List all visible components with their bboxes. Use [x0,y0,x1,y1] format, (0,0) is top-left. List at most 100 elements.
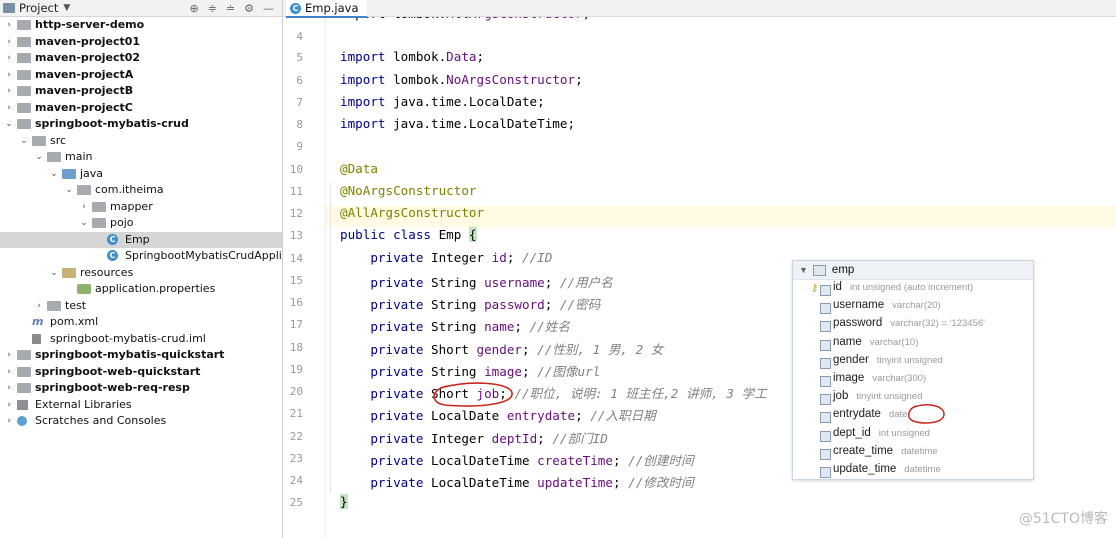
package-icon [77,185,91,195]
chevron-down-icon[interactable]: ⌄ [19,133,29,150]
chevron-down-icon[interactable]: ▼ [63,3,70,13]
chevron-down-icon[interactable]: ⌄ [49,166,59,183]
folder-icon [17,20,31,30]
tree-item-maven-projectb[interactable]: › maven-projectB [0,83,282,100]
code-token: //创建时间 [628,452,694,468]
tree-item-maven-projectc[interactable]: › maven-projectC [0,100,282,117]
tree-item-application-properties[interactable]: application.properties [0,281,282,298]
tree-item-scratches-and-consoles[interactable]: › Scratches and Consoles [0,413,282,430]
chevron-down-icon[interactable]: ⌄ [79,215,89,232]
tree-item-label: springboot-mybatis-quickstart [35,348,225,361]
column-icon [820,339,831,351]
code-token: ; [476,49,485,65]
line-number: 6 [296,73,303,87]
chevron-right-icon[interactable]: › [4,34,14,51]
expand-all-icon[interactable]: ≑ [208,2,217,15]
tree-item-resources[interactable]: ⌄ resources [0,265,282,282]
tree-item-springboot-mybatis-crud[interactable]: ⌄ springboot-mybatis-crud [0,116,282,133]
tab-emp-java[interactable]: C Emp.java [286,0,367,18]
chevron-right-icon[interactable]: › [4,83,14,100]
chevron-right-icon[interactable]: › [4,50,14,67]
emp-column-entrydate: entrydate date [833,408,907,420]
tree-item-springboot-mybatis-quickstart[interactable]: › springboot-mybatis-quickstart [0,347,282,364]
column-type: varchar(20) [892,300,941,312]
code-token: java.time.LocalDate; [385,93,545,109]
column-type: datetime [901,445,938,457]
chevron-down-icon[interactable]: ⌄ [64,182,74,199]
project-view-icon [3,3,15,13]
code-line: import lombok.Data; [340,49,484,64]
code-token: entrydate [506,408,576,424]
chevron-down-icon[interactable]: ▼ [799,265,808,275]
line-number: 5 [296,51,303,65]
tree-item-springboot-web-quickstart[interactable]: › springboot-web-quickstart [0,364,282,381]
code-token: ; [514,319,530,335]
tree-item-label: maven-projectA [35,67,134,81]
chevron-right-icon[interactable]: › [4,380,14,397]
tree-item-src[interactable]: ⌄ src [0,133,282,150]
code-token: image [484,363,522,379]
tree-item-http-server-demo[interactable]: › http-server-demo [0,17,282,34]
tree-item-com-itheima[interactable]: ⌄ com.itheima [0,182,282,199]
column-type: varchar(10) [869,336,919,348]
chevron-right-icon[interactable]: › [34,298,44,315]
code-line: private String username; //用户名 [340,272,613,291]
tree-item-java[interactable]: ⌄ java [0,166,282,183]
code-token: ; [506,249,522,265]
settings-gear-icon[interactable]: ⚙ [244,2,254,15]
tree-item-emp[interactable]: C Emp [0,231,282,248]
code-token: ; [575,408,591,424]
code-token: private [340,274,424,290]
tree-item-springboot-mybatis-crud-iml[interactable]: springboot-mybatis-crud.iml [0,331,282,348]
code-token: private [340,363,424,379]
hide-panel-icon[interactable]: — [263,2,274,15]
emp-column-create-time: create_time datetime [833,445,938,457]
tree-item-pom-xml[interactable]: m pom.xml [0,314,282,331]
tree-item-label: application.properties [95,282,216,295]
tree-item-springbootmybatiscrudapplication[interactable]: C SpringbootMybatisCrudApplication [0,248,282,265]
chevron-right-icon[interactable]: › [4,413,14,430]
column-icon [820,448,831,460]
tree-item-external-libraries[interactable]: › External Libraries [0,397,282,414]
column-icon [820,467,831,478]
tree-item-maven-project02[interactable]: › maven-project02 [0,50,282,67]
locate-file-icon[interactable]: ⊕ [189,2,198,15]
code-token: import [340,116,386,131]
chevron-down-icon[interactable]: ⌄ [34,149,44,166]
project-tree: › http-server-demo › maven-project01 › maven-… [0,17,282,430]
tree-item-label: Emp [125,232,150,246]
tree-item-maven-project01[interactable]: › maven-project01 [0,34,282,51]
tree-item-label: main [65,150,93,163]
line-number: 9 [296,140,303,154]
tree-item-mapper[interactable]: › mapper [0,199,282,216]
chevron-right-icon[interactable]: › [4,347,14,364]
code-token: java.time.LocalDateTime; [385,116,576,131]
project-panel-header: Project ▼ ⊕ ≑ ≐ ⚙ — [0,0,282,17]
chevron-down-icon[interactable]: ⌄ [49,265,59,282]
project-view-selector[interactable]: Project [19,1,58,15]
tree-item-test[interactable]: › test [0,298,282,315]
class-icon: C [107,233,118,245]
chevron-right-icon[interactable]: › [4,100,14,117]
collapse-all-icon[interactable]: ≐ [226,2,235,15]
column-name: name [833,335,862,348]
java-class-icon: C [290,2,301,14]
code-token: LocalDate [423,408,507,424]
tree-item-main[interactable]: ⌄ main [0,149,282,166]
chevron-right-icon[interactable]: › [4,397,14,414]
tree-item-pojo[interactable]: ⌄ pojo [0,215,282,232]
folder-icon [47,300,61,311]
chevron-down-icon[interactable]: ⌄ [4,116,14,133]
tree-item-springboot-web-req-resp[interactable]: › springboot-web-req-resp [0,380,282,397]
chevron-right-icon[interactable]: › [79,199,89,216]
chevron-right-icon[interactable]: › [4,67,14,84]
column-icon [820,394,831,406]
column-icon [820,303,831,315]
tree-item-label: maven-projectC [35,100,133,114]
chevron-right-icon[interactable]: › [4,364,14,381]
code-token: private [340,452,424,468]
chevron-right-icon[interactable]: › [4,17,14,34]
code-token: String [423,363,485,379]
code-line: @AllArgsConstructor [340,205,484,220]
tree-item-maven-projecta[interactable]: › maven-projectA [0,67,282,84]
